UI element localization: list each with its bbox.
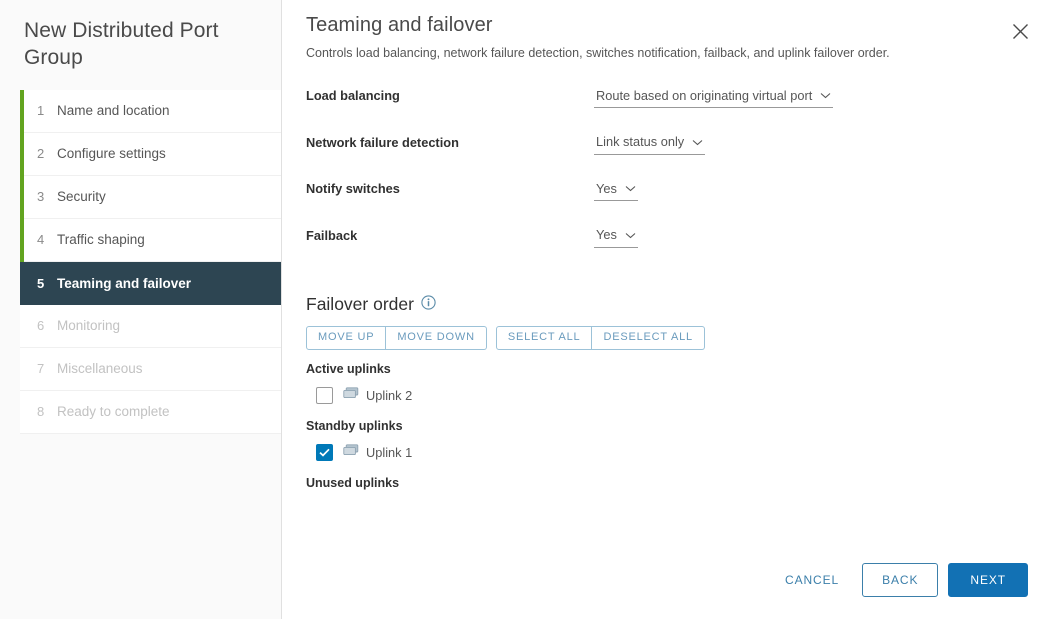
- notify-switches-value: Yes: [596, 180, 617, 196]
- move-down-button[interactable]: MOVE DOWN: [386, 326, 487, 351]
- info-icon[interactable]: [421, 294, 436, 315]
- failback-select[interactable]: Yes: [594, 226, 638, 248]
- list-item: Uplink 2: [306, 383, 1026, 407]
- notify-switches-select-wrap: Yes: [594, 179, 638, 201]
- close-button[interactable]: [1006, 17, 1034, 45]
- network-failure-detection-select[interactable]: Link status only: [594, 133, 706, 155]
- uplink-icon: [343, 444, 359, 460]
- unused-uplinks-heading: Unused uplinks: [306, 476, 400, 491]
- load-balancing-select[interactable]: Route based on originating virtual port: [594, 86, 834, 108]
- chevron-down-icon: [625, 179, 636, 197]
- step-label: Security: [57, 189, 106, 205]
- back-button[interactable]: BACK: [862, 563, 939, 597]
- uplink-icon: [343, 387, 359, 403]
- chevron-down-icon: [625, 226, 636, 244]
- step-number: 2: [37, 146, 45, 162]
- network-failure-detection-label: Network failure detection: [306, 134, 459, 150]
- step-number: 5: [37, 275, 45, 291]
- sidebar-step-miscellaneous: 7 Miscellaneous: [20, 347, 281, 391]
- move-up-button[interactable]: MOVE UP: [306, 326, 387, 351]
- new-distributed-port-group-wizard: New Distributed Port Group 1 Name and lo…: [0, 0, 1050, 619]
- wizard-footer: CANCEL BACK NEXT: [772, 563, 1028, 597]
- uplink-group-standby: Standby uplinks Uplink 1: [306, 419, 1026, 464]
- list-item: Uplink 1: [306, 440, 1026, 464]
- wizard-main-panel: Teaming and failover Controls load balan…: [282, 0, 1050, 619]
- progress-rail: [20, 89, 24, 262]
- failback-label: Failback: [306, 227, 358, 243]
- sidebar-step-configure-settings[interactable]: 2 Configure settings: [20, 132, 281, 176]
- step-number: 4: [37, 232, 45, 248]
- page-subtitle: Controls load balancing, network failure…: [306, 46, 890, 60]
- sidebar-step-traffic-shaping[interactable]: 4 Traffic shaping: [20, 218, 281, 262]
- step-number: 1: [37, 103, 45, 119]
- chevron-down-icon: [820, 86, 831, 104]
- close-icon: [1012, 23, 1029, 40]
- step-number: 8: [37, 404, 45, 420]
- step-label: Monitoring: [57, 318, 121, 334]
- uplink-2-label: Uplink 2: [366, 387, 413, 403]
- move-button-group: MOVE UP MOVE DOWN: [306, 326, 487, 351]
- sidebar-step-name-and-location[interactable]: 1 Name and location: [20, 89, 281, 133]
- step-number: 7: [37, 361, 45, 377]
- failover-order-header: Failover order: [306, 294, 1026, 315]
- step-number: 3: [37, 189, 45, 205]
- step-label: Configure settings: [57, 146, 166, 162]
- active-uplinks-heading: Active uplinks: [306, 362, 391, 377]
- step-label: Traffic shaping: [57, 232, 145, 248]
- sidebar-step-security[interactable]: 3 Security: [20, 175, 281, 219]
- step-label: Miscellaneous: [57, 361, 143, 377]
- select-all-button[interactable]: SELECT ALL: [495, 326, 593, 351]
- uplink-2-label-group[interactable]: Uplink 2: [343, 387, 412, 403]
- page-title: Teaming and failover: [306, 14, 493, 36]
- next-button[interactable]: NEXT: [948, 563, 1028, 597]
- uplink-1-label-group[interactable]: Uplink 1: [343, 444, 412, 460]
- network-failure-detection-select-wrap: Link status only: [594, 133, 706, 155]
- wizard-steps: 1 Name and location 2 Configure settings…: [0, 89, 281, 434]
- notify-switches-select[interactable]: Yes: [594, 179, 638, 201]
- form-row-notify-switches: Notify switches Yes: [306, 179, 1026, 226]
- failover-order-title: Failover order: [306, 294, 414, 314]
- uplink-group-unused: Unused uplinks: [306, 476, 1026, 490]
- cancel-button[interactable]: CANCEL: [772, 564, 852, 596]
- network-failure-detection-value: Link status only: [596, 134, 685, 149]
- notify-switches-label: Notify switches: [306, 181, 400, 196]
- chevron-down-icon: [692, 133, 703, 151]
- load-balancing-value: Route based on originating virtual port: [596, 87, 813, 103]
- form-row-network-failure-detection: Network failure detection Link status on…: [306, 133, 1026, 180]
- failover-order-toolbars: MOVE UP MOVE DOWN SELECT ALL DESELECT AL…: [306, 326, 1026, 351]
- wizard-sidebar: New Distributed Port Group 1 Name and lo…: [0, 0, 282, 619]
- failback-select-wrap: Yes: [594, 226, 638, 248]
- load-balancing-select-wrap: Route based on originating virtual port: [594, 86, 834, 108]
- standby-uplinks-heading: Standby uplinks: [306, 419, 403, 434]
- step-label: Name and location: [57, 103, 170, 119]
- failback-value: Yes: [596, 227, 617, 242]
- deselect-all-button[interactable]: DESELECT ALL: [592, 326, 705, 351]
- step-number: 6: [37, 318, 45, 334]
- uplink-group-active: Active uplinks Uplink 2: [306, 362, 1026, 407]
- teaming-form: Load balancing Route based on originatin…: [306, 86, 1026, 272]
- load-balancing-label: Load balancing: [306, 88, 400, 103]
- wizard-title: New Distributed Port Group: [24, 19, 219, 69]
- uplink-1-checkbox[interactable]: [316, 443, 333, 461]
- step-label: Ready to complete: [57, 404, 170, 420]
- uplink-1-label: Uplink 1: [366, 444, 413, 460]
- form-row-load-balancing: Load balancing Route based on originatin…: [306, 86, 1026, 133]
- step-label: Teaming and failover: [57, 275, 192, 291]
- sidebar-step-monitoring: 6 Monitoring: [20, 304, 281, 348]
- failover-order-section: Failover order MOVE UP MOVE DOWN SELECT …: [306, 294, 1026, 490]
- uplink-2-checkbox[interactable]: [316, 386, 333, 404]
- selection-button-group: SELECT ALL DESELECT ALL: [495, 326, 705, 351]
- sidebar-step-teaming-and-failover[interactable]: 5 Teaming and failover: [20, 261, 281, 305]
- sidebar-step-ready-to-complete: 8 Ready to complete: [20, 390, 281, 434]
- form-row-failback: Failback Yes: [306, 226, 1026, 273]
